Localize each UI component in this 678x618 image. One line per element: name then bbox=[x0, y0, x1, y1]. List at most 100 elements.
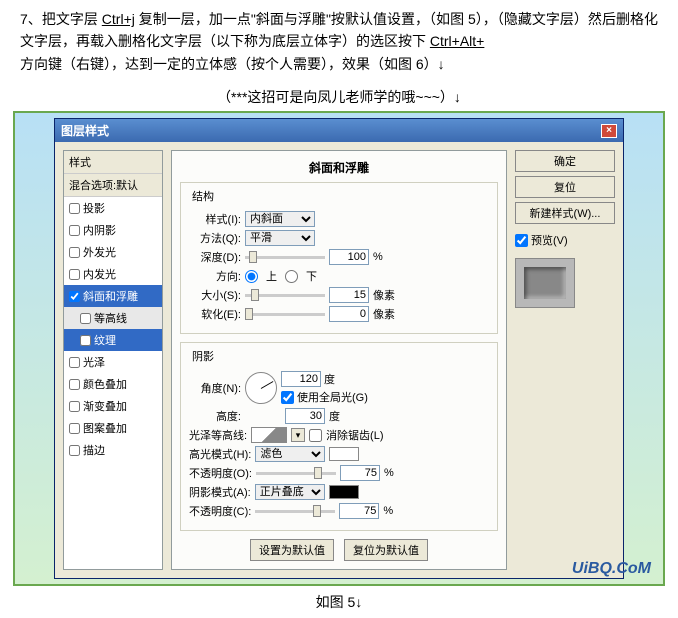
method-label: 方法(Q): bbox=[189, 230, 241, 246]
highlight-opacity-label: 不透明度(O): bbox=[189, 465, 252, 481]
altitude-label: 高度: bbox=[189, 408, 241, 424]
sidebar-item-gradient-overlay[interactable]: 渐变叠加 bbox=[64, 395, 162, 417]
cancel-button[interactable]: 复位 bbox=[515, 176, 615, 198]
sidebar-item-pattern-overlay[interactable]: 图案叠加 bbox=[64, 417, 162, 439]
style-label: 样式(I): bbox=[189, 211, 241, 227]
sidebar-item-outer-glow[interactable]: 外发光 bbox=[64, 241, 162, 263]
reset-default-button[interactable]: 复位为默认值 bbox=[344, 539, 428, 561]
direction-down-radio[interactable] bbox=[285, 270, 298, 283]
sidebar-item-stroke[interactable]: 描边 bbox=[64, 439, 162, 461]
checkbox-inner-glow[interactable] bbox=[69, 269, 80, 280]
antialias-label: 消除锯齿(L) bbox=[326, 427, 383, 443]
gloss-label: 光泽等高线: bbox=[189, 427, 247, 443]
sidebar-header-styles[interactable]: 样式 bbox=[64, 151, 162, 174]
sidebar-item-color-overlay[interactable]: 颜色叠加 bbox=[64, 373, 162, 395]
angle-unit: 度 bbox=[324, 371, 335, 387]
checkbox-satin[interactable] bbox=[69, 357, 80, 368]
layer-style-dialog: 图层样式 × 样式 混合选项:默认 投影 内阴影 外发光 内发光 斜面和浮雕 等… bbox=[54, 118, 624, 579]
size-label: 大小(S): bbox=[189, 287, 241, 303]
shadow-opacity-input[interactable] bbox=[339, 503, 379, 519]
shadow-color-swatch[interactable] bbox=[329, 485, 359, 499]
watermark: UiBQ.CoM bbox=[572, 560, 651, 578]
angle-label: 角度(N): bbox=[189, 380, 241, 396]
shading-fieldset: 阴影 角度(N): 度 使用全局光(G) bbox=[180, 342, 498, 531]
style-select[interactable]: 内斜面 bbox=[245, 211, 315, 227]
method-select[interactable]: 平滑 bbox=[245, 230, 315, 246]
depth-slider[interactable] bbox=[245, 256, 325, 259]
checkbox-pattern-overlay[interactable] bbox=[69, 423, 80, 434]
highlight-opacity-unit: % bbox=[384, 467, 394, 479]
checkbox-contour[interactable] bbox=[80, 313, 91, 324]
center-panel: 斜面和浮雕 结构 样式(I): 内斜面 方法(Q): 平滑 深度(D): bbox=[171, 150, 507, 570]
styles-sidebar: 样式 混合选项:默认 投影 内阴影 外发光 内发光 斜面和浮雕 等高线 纹理 光… bbox=[63, 150, 163, 570]
soften-slider[interactable] bbox=[245, 313, 325, 316]
shadow-mode-select[interactable]: 正片叠底 bbox=[255, 484, 325, 500]
checkbox-inner-shadow[interactable] bbox=[69, 225, 80, 236]
highlight-opacity-input[interactable] bbox=[340, 465, 380, 481]
sidebar-item-bevel-emboss[interactable]: 斜面和浮雕 bbox=[64, 285, 162, 307]
shadow-mode-label: 阴影模式(A): bbox=[189, 484, 251, 500]
preview-thumbnail bbox=[515, 258, 575, 308]
size-slider[interactable] bbox=[245, 294, 325, 297]
sidebar-item-drop-shadow[interactable]: 投影 bbox=[64, 197, 162, 219]
right-panel: 确定 复位 新建样式(W)... 预览(V) bbox=[515, 150, 615, 570]
gloss-contour-picker[interactable] bbox=[251, 427, 287, 443]
close-button[interactable]: × bbox=[601, 124, 617, 138]
depth-label: 深度(D): bbox=[189, 249, 241, 265]
checkbox-drop-shadow[interactable] bbox=[69, 203, 80, 214]
checkbox-color-overlay[interactable] bbox=[69, 379, 80, 390]
shadow-opacity-slider[interactable] bbox=[255, 510, 335, 513]
preview-checkbox[interactable] bbox=[515, 234, 528, 247]
global-light-label: 使用全局光(G) bbox=[297, 389, 368, 405]
shortcut-ctrlalt: Ctrl+Alt+ bbox=[430, 33, 484, 49]
direction-label: 方向: bbox=[189, 268, 241, 284]
new-style-button[interactable]: 新建样式(W)... bbox=[515, 202, 615, 224]
angle-dial[interactable] bbox=[245, 372, 277, 404]
sidebar-item-satin[interactable]: 光泽 bbox=[64, 351, 162, 373]
preview-label: 预览(V) bbox=[531, 232, 568, 248]
structure-fieldset: 结构 样式(I): 内斜面 方法(Q): 平滑 深度(D): % bbox=[180, 182, 498, 334]
altitude-input[interactable] bbox=[285, 408, 325, 424]
soften-input[interactable] bbox=[329, 306, 369, 322]
sidebar-item-inner-shadow[interactable]: 内阴影 bbox=[64, 219, 162, 241]
dialog-title: 图层样式 bbox=[61, 122, 109, 139]
checkbox-gradient-overlay[interactable] bbox=[69, 401, 80, 412]
checkbox-outer-glow[interactable] bbox=[69, 247, 80, 258]
angle-input[interactable] bbox=[281, 371, 321, 387]
sidebar-header-blend[interactable]: 混合选项:默认 bbox=[64, 174, 162, 197]
shortcut-ctrlj: Ctrl+j bbox=[102, 11, 135, 27]
checkbox-texture[interactable] bbox=[80, 335, 91, 346]
checkbox-stroke[interactable] bbox=[69, 445, 80, 456]
sidebar-item-texture[interactable]: 纹理 bbox=[64, 329, 162, 351]
direction-up-radio[interactable] bbox=[245, 270, 258, 283]
shadow-opacity-label: 不透明度(C): bbox=[189, 503, 251, 519]
gloss-dropdown-icon[interactable]: ▾ bbox=[291, 428, 305, 442]
dialog-titlebar[interactable]: 图层样式 × bbox=[55, 119, 623, 142]
altitude-unit: 度 bbox=[329, 408, 340, 424]
panel-title: 斜面和浮雕 bbox=[180, 159, 498, 176]
antialias-checkbox[interactable] bbox=[309, 429, 322, 442]
instruction-note: （***这招可是向凤儿老师学的哦~~~）↓ bbox=[0, 83, 678, 111]
instruction-text: 7、把文字层 Ctrl+j 复制一层，加一点"斜面与浮雕"按默认值设置，（如图 … bbox=[0, 0, 678, 83]
highlight-mode-label: 高光模式(H): bbox=[189, 446, 251, 462]
depth-input[interactable] bbox=[329, 249, 369, 265]
shading-legend: 阴影 bbox=[189, 348, 217, 364]
checkbox-bevel-emboss[interactable] bbox=[69, 291, 80, 302]
screenshot-container: 图层样式 × 样式 混合选项:默认 投影 内阴影 外发光 内发光 斜面和浮雕 等… bbox=[13, 111, 665, 586]
sidebar-item-inner-glow[interactable]: 内发光 bbox=[64, 263, 162, 285]
ok-button[interactable]: 确定 bbox=[515, 150, 615, 172]
soften-unit: 像素 bbox=[373, 306, 395, 322]
depth-unit: % bbox=[373, 251, 383, 263]
highlight-color-swatch[interactable] bbox=[329, 447, 359, 461]
figure-caption: 如图 5↓ bbox=[0, 586, 678, 618]
sidebar-item-contour[interactable]: 等高线 bbox=[64, 307, 162, 329]
structure-legend: 结构 bbox=[189, 188, 217, 204]
set-default-button[interactable]: 设置为默认值 bbox=[250, 539, 334, 561]
size-input[interactable] bbox=[329, 287, 369, 303]
shadow-opacity-unit: % bbox=[383, 505, 393, 517]
highlight-opacity-slider[interactable] bbox=[256, 472, 336, 475]
global-light-checkbox[interactable] bbox=[281, 391, 294, 404]
size-unit: 像素 bbox=[373, 287, 395, 303]
highlight-mode-select[interactable]: 滤色 bbox=[255, 446, 325, 462]
soften-label: 软化(E): bbox=[189, 306, 241, 322]
